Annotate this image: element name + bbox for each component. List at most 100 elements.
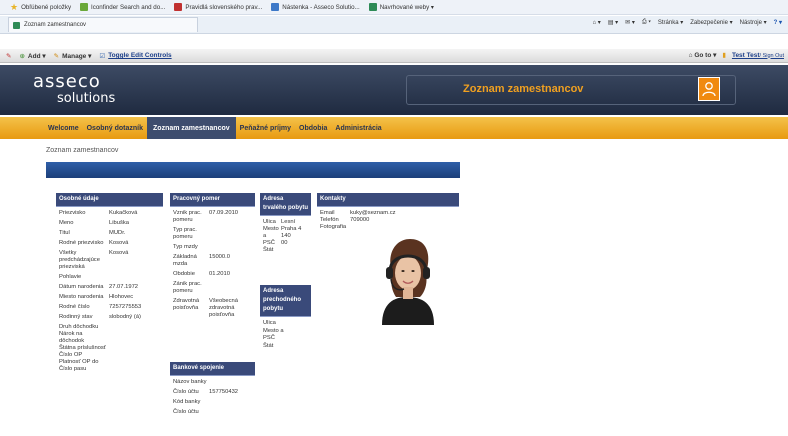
add-icon: ⊕ <box>19 52 25 60</box>
nav-penazne-prijmy[interactable]: Peňažné príjmy <box>236 117 295 139</box>
field-row: Číslo účtu <box>173 409 252 416</box>
home-icon[interactable]: ⌂ ▾ <box>593 19 601 26</box>
field-value: Lesní <box>281 219 296 225</box>
field-label: Základná mzda <box>173 254 197 267</box>
section-adresa-prechodneho-pobytu: Adresa prechodného pobytu Ulica Mesto a … <box>260 285 311 365</box>
favorite-link-label: Pravidlá slovenského prav... <box>185 3 263 11</box>
nav-zoznam-zamestnancov[interactable]: Zoznam zamestnancov <box>147 117 236 139</box>
field-label: Ulica <box>263 219 276 225</box>
home-icon: ⌂ <box>688 52 693 59</box>
field-label: Rodné priezvisko <box>59 240 104 246</box>
field-row: Všetky predchádzajúce priezviská Kosová <box>59 250 160 271</box>
field-row: Rodné číslo 7257275553 <box>59 304 160 311</box>
field-row: Kód banky <box>173 399 252 406</box>
field-value <box>281 247 308 254</box>
logo-subtitle: solutions <box>57 91 116 106</box>
pin-icon: ✎ <box>6 52 12 60</box>
help-icon[interactable]: ? ▾ <box>774 19 782 26</box>
user-name-link[interactable]: Test Test <box>732 52 760 59</box>
favorite-link[interactable]: Navrhované weby ▾ <box>368 3 434 11</box>
manage-menu[interactable]: ✎ Manage ▾ <box>54 52 92 60</box>
employee-photo <box>370 233 444 325</box>
goto-menu[interactable]: ⌂ Go to ▾ <box>689 51 717 59</box>
field-label: Mesto a <box>263 226 279 239</box>
page-icon <box>174 3 183 11</box>
section-title: Bankové spojenie <box>170 362 255 376</box>
field-value <box>209 281 252 295</box>
field-value: 01.2010 <box>209 271 230 277</box>
page-icon <box>80 3 89 11</box>
field-value: 7257275553 <box>109 304 142 310</box>
field-label: Dátum narodenia <box>59 284 104 290</box>
field-label: Rodinný stav <box>59 314 93 320</box>
field-row: Číslo OP <box>59 352 160 359</box>
command-tools[interactable]: Nástroje ▾ <box>740 19 767 26</box>
field-value <box>109 274 160 281</box>
section-title: Adresa prechodného pobytu <box>260 285 311 317</box>
kontakty-rows: Email kuky@seznam.cz Telefón 709000 Fotogr… <box>317 207 459 234</box>
field-row: Druh dôchodku <box>59 324 160 331</box>
content-banner <box>46 162 460 178</box>
field-row: Dátum narodenia 27.07.1972 <box>59 284 160 291</box>
field-label: Štátna príslušnosť <box>59 345 106 351</box>
checkbox-icon: ☑ <box>99 52 106 60</box>
field-row: Štát <box>263 247 308 254</box>
main-nav: Welcome Osobný dotazník Zoznam zamestnan… <box>0 117 788 139</box>
nav-osobny-dotaznik[interactable]: Osobný dotazník <box>83 117 147 139</box>
field-row: Číslo účtu 157750432 <box>173 389 252 396</box>
field-value: Hlohovec <box>109 294 134 300</box>
pracovny-rows: Vznik prac. pomeru 07.09.2010 Typ prac. p… <box>170 207 255 325</box>
command-page[interactable]: Stránka ▾ <box>658 19 683 26</box>
field-label: Platnosť OP do <box>59 359 99 365</box>
print-icon[interactable]: ⎙ ▾ <box>642 19 651 26</box>
field-value: 07.09.2010 <box>209 210 239 216</box>
page-icon <box>13 21 20 29</box>
field-row: Názov banky <box>173 379 252 386</box>
favorite-link[interactable]: Iconfinder Search and do... <box>80 3 165 11</box>
breadcrumb[interactable]: Zoznam zamestnancov <box>46 147 118 154</box>
field-label: Mesto a PSČ <box>263 328 284 341</box>
browser-tab[interactable]: Zoznam zamestnancov <box>8 17 198 32</box>
field-row: Email kuky@seznam.cz <box>320 210 456 217</box>
field-value: kuky@seznam.cz <box>350 210 396 216</box>
sp-toolbar: ✎ ⊕ Add ▾ ✎ Manage ▾ ☑ Toggle Edit Controls… <box>0 49 788 63</box>
field-label: Číslo účtu <box>173 409 199 415</box>
field-value: Kosová <box>109 240 129 246</box>
field-row: Pohlavie <box>59 274 160 281</box>
field-row: Ulica Lesní <box>263 219 308 226</box>
page-icon <box>271 3 280 11</box>
section-bankove-spojenie: Bankové spojenie Názov banky Číslo účtu 1… <box>170 362 255 436</box>
field-row: Typ prac. pomeru <box>173 227 252 241</box>
field-label: Meno <box>59 220 74 226</box>
field-row: Telefón 709000 <box>320 217 456 224</box>
field-row: Vznik prac. pomeru 07.09.2010 <box>173 210 252 224</box>
favorite-link-label: Nástenka - Asseco Solutio... <box>282 3 360 11</box>
favorites-item[interactable]: ★ Obľúbené položky <box>10 3 71 12</box>
field-row: Meno Libuška <box>59 220 160 227</box>
field-label: Ulica <box>263 320 276 326</box>
nav-administracia[interactable]: Administrácia <box>331 117 385 139</box>
section-osobne-udaje: Osobné údaje Priezvisko Kukačková Meno Lib… <box>56 193 163 436</box>
asseco-logo[interactable]: asseco solutions <box>33 72 115 106</box>
nav-obdobia[interactable]: Obdobia <box>295 117 331 139</box>
field-value <box>209 409 252 416</box>
feeds-icon[interactable]: ▤ ▾ <box>608 19 618 26</box>
user-profile-icon[interactable] <box>698 77 720 101</box>
field-label: Miesto narodenia <box>59 294 104 300</box>
field-label: Telefón <box>320 217 339 223</box>
toggle-edit-controls[interactable]: ☑ Toggle Edit Controls <box>99 52 171 60</box>
sign-out-link[interactable]: / Sign Out <box>760 53 784 59</box>
add-menu[interactable]: ⊕ Add ▾ <box>19 52 45 60</box>
field-value <box>209 399 252 406</box>
field-label: Číslo účtu <box>173 389 199 395</box>
favorite-link[interactable]: Nástenka - Asseco Solutio... <box>271 3 360 11</box>
field-label: Obdobie <box>173 271 195 277</box>
field-label: Zánik prac. pomeru <box>173 281 202 294</box>
nav-welcome[interactable]: Welcome <box>44 117 83 139</box>
command-security[interactable]: Zabezpečenie ▾ <box>690 19 732 26</box>
field-row: Číslo pasu <box>59 366 160 373</box>
field-row: Rodné priezvisko Kosová <box>59 240 160 247</box>
mail-icon[interactable]: ✉ ▾ <box>625 19 635 26</box>
favorite-link[interactable]: Pravidlá slovenského prav... <box>174 3 262 11</box>
field-row: Štát <box>263 343 308 350</box>
